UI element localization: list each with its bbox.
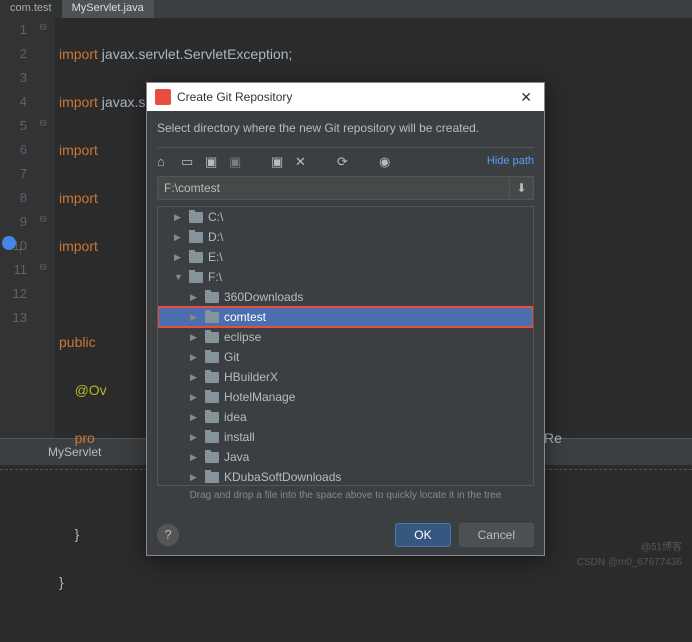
dialog-toolbar: ⌂ ▭ ▣ ▣ ▣ ✕ ⟳ ◉ Hide path [157,147,534,168]
tree-item[interactable]: ▶ 360Downloads [158,287,533,307]
dialog-title: Create Git Repository [177,90,516,104]
tree-item-label: E:\ [208,250,223,264]
folder-icon [189,272,203,283]
tree-item-label: comtest [224,310,266,324]
new-folder-icon[interactable]: ▣ [271,154,285,168]
chevron-right-icon[interactable]: ▶ [190,452,200,463]
tree-item[interactable]: ▶ HBuilderX [158,367,533,387]
tree-item-label: F:\ [208,270,222,284]
tree-item-label: C:\ [208,210,223,224]
tree-item[interactable]: ▶ D:\ [158,227,533,247]
close-icon[interactable]: ✕ [516,89,536,106]
help-button[interactable]: ? [157,524,179,546]
tree-item[interactable]: ▶ Java [158,447,533,467]
create-git-repo-dialog: Create Git Repository ✕ Select directory… [146,82,545,556]
tree-item-label: D:\ [208,230,223,244]
folder-icon [205,292,219,303]
folder-icon [205,452,219,463]
up-arrow-icon: ↑ [18,240,23,264]
folder-icon [205,372,219,383]
tree-item-label: Java [224,450,249,464]
tree-item-label: Git [224,350,239,364]
watermark: @51博客 [641,538,682,553]
editor-tab[interactable]: com.test [0,0,62,18]
chevron-down-icon[interactable]: ▼ [174,272,184,282]
tree-item[interactable]: ▶ KDubaSoftDownloads [158,467,533,486]
override-icon[interactable] [2,236,16,250]
show-hidden-icon[interactable]: ◉ [379,154,393,168]
chevron-right-icon[interactable]: ▶ [190,312,200,323]
tree-item-label: 360Downloads [224,290,303,304]
editor-tabs: com.test MyServlet.java [0,0,692,18]
tree-hint: Drag and drop a file into the space abov… [157,486,534,505]
hide-path-link[interactable]: Hide path [487,155,534,167]
chevron-right-icon[interactable]: ▶ [174,252,184,263]
tree-item[interactable]: ▶ comtest [158,307,533,327]
tree-item[interactable]: ▶ E:\ [158,247,533,267]
tree-item-label: KDubaSoftDownloads [224,470,341,484]
folder-icon [189,232,203,243]
tree-item-label: install [224,430,255,444]
tree-item[interactable]: ▶ HotelManage [158,387,533,407]
tree-item-label: eclipse [224,330,261,344]
folder-icon [205,352,219,363]
desktop-icon[interactable]: ▭ [181,154,195,168]
chevron-right-icon[interactable]: ▶ [190,352,200,363]
tree-item[interactable]: ▼ F:\ [158,267,533,287]
folder-icon [205,312,219,323]
watermark: CSDN @m0_67677436 [577,557,682,568]
tree-item[interactable]: ▶ idea [158,407,533,427]
tree-item[interactable]: ▶ install [158,427,533,447]
folder-icon [205,412,219,423]
folder-icon [205,472,219,483]
chevron-right-icon[interactable]: ▶ [190,372,200,383]
fold-icon[interactable]: ⊖ [39,22,47,33]
cancel-button[interactable]: Cancel [459,523,534,547]
delete-icon[interactable]: ✕ [295,154,309,168]
fold-icon[interactable]: ⊖ [39,214,47,225]
home-icon[interactable]: ⌂ [157,154,171,168]
chevron-right-icon[interactable]: ▶ [190,392,200,403]
chevron-right-icon[interactable]: ▶ [174,232,184,243]
tree-item-label: HBuilderX [224,370,278,384]
folder-icon [205,392,219,403]
fold-icon[interactable]: ⊖ [39,118,47,129]
ok-button[interactable]: OK [395,523,450,547]
module-icon[interactable]: ▣ [229,154,243,168]
tree-item[interactable]: ▶ C:\ [158,207,533,227]
dialog-message: Select directory where the new Git repos… [157,121,534,135]
fold-column: ⊖ ⊖ ⊖ ⊖ [35,18,55,438]
folder-icon [189,212,203,223]
line-number-gutter: 1 2 3 4 5 6 7 8 9 10 11 12 13 ↑ [0,18,35,438]
app-icon [155,89,171,105]
tree-item-label: idea [224,410,247,424]
folder-icon [205,432,219,443]
directory-tree[interactable]: ▶ C:\ ▶ D:\ ▶ E:\ ▼ F:\ ▶ 360Downloads ▶ comtest ▶ ec… [157,206,534,486]
chevron-right-icon[interactable]: ▶ [190,432,200,443]
chevron-right-icon[interactable]: ▶ [174,212,184,223]
chevron-right-icon[interactable]: ▶ [190,412,200,423]
chevron-right-icon[interactable]: ▶ [190,332,200,343]
bottom-tab[interactable]: MyServlet [40,443,109,461]
refresh-icon[interactable]: ⟳ [337,154,351,168]
fold-icon[interactable]: ⊖ [39,262,47,273]
path-input[interactable] [157,176,510,200]
tree-item[interactable]: ▶ Git [158,347,533,367]
download-icon[interactable]: ⬇ [510,176,534,200]
chevron-right-icon[interactable]: ▶ [190,472,200,483]
editor-tab-active[interactable]: MyServlet.java [62,0,154,18]
folder-icon [205,332,219,343]
folder-icon [189,252,203,263]
tree-item[interactable]: ▶ eclipse [158,327,533,347]
tree-item-label: HotelManage [224,390,295,404]
project-icon[interactable]: ▣ [205,154,219,168]
chevron-right-icon[interactable]: ▶ [190,292,200,303]
dialog-titlebar: Create Git Repository ✕ [147,83,544,111]
